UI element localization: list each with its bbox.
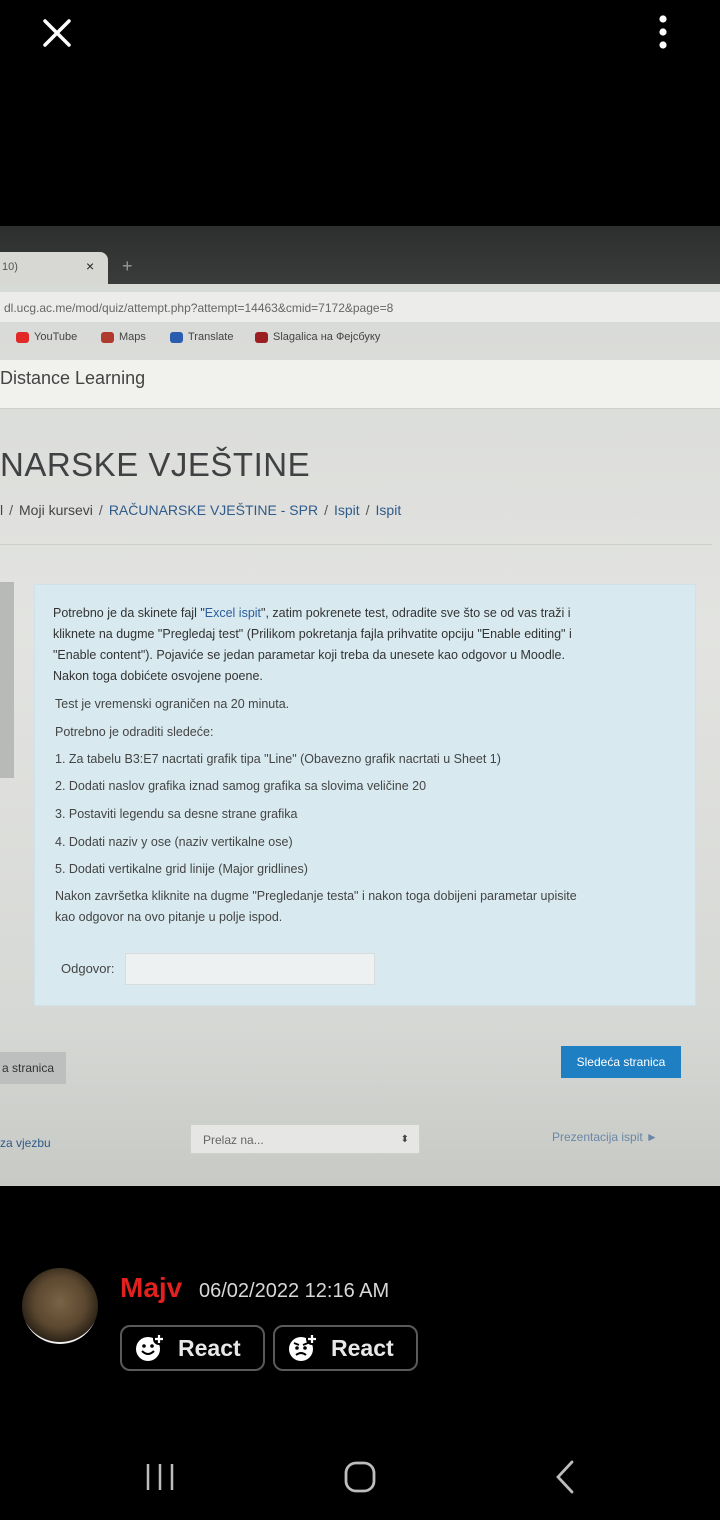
breadcrumb-item[interactable]: Ispit (334, 502, 360, 518)
breadcrumb: l / Moji kursevi / RAČUNARSKE VJEŠTINE - SPR… (0, 502, 402, 518)
course-title: NARSKE VJEŠTINE (0, 446, 311, 483)
tab-title: 10) (2, 261, 18, 273)
bookmark-label: Maps (119, 331, 146, 343)
slagalica-icon (255, 331, 268, 343)
close-button[interactable] (38, 14, 76, 52)
jump-to-value: Prelaz na... (203, 1133, 264, 1147)
time-limit-text: Test je vremenski ograničen na 20 minuta… (55, 697, 290, 711)
more-vertical-icon (659, 15, 667, 49)
bookmark-label: Slagalica на Фејсбуку (273, 331, 381, 343)
select-arrows-icon: ⬍ (400, 1134, 409, 1145)
task-item: 2. Dodati naslov grafika iznad samog gra… (55, 779, 427, 793)
recent-apps-icon (146, 1464, 174, 1490)
breadcrumb-item[interactable]: Ispit (376, 502, 402, 518)
intro-text: ", zatim pokrenete test, odradite sve št… (261, 606, 571, 620)
home-icon (344, 1461, 376, 1493)
intro-text: Nakon toga dobićete osvojene poene. (53, 669, 263, 683)
url-text: dl.ucg.ac.me/mod/quiz/attempt.php?attemp… (4, 301, 394, 315)
jump-to-select[interactable]: Prelaz na... ⬍ (190, 1124, 420, 1154)
site-name: Distance Learning (0, 368, 146, 388)
react-label: React (178, 1334, 241, 1361)
intro-text: Potrebno je da skinete fajl " (53, 606, 205, 620)
address-bar: dl.ucg.ac.me/mod/quiz/attempt.php?attemp… (0, 292, 720, 322)
back-icon (556, 1460, 574, 1494)
browser-tabstrip: 10) × + (0, 226, 720, 284)
excel-file-link[interactable]: Excel ispit (205, 606, 261, 620)
system-navigation-bar (0, 1440, 720, 1520)
previous-page-button[interactable]: a stranica (0, 1052, 66, 1084)
recent-apps-button[interactable] (140, 1462, 180, 1497)
browser-tab: 10) × (0, 252, 108, 284)
outro-text: Nakon završetka kliknite na dugme "Pregl… (55, 889, 577, 903)
youtube-icon (16, 331, 29, 343)
home-button[interactable] (340, 1460, 380, 1499)
bookmark-label: Translate (188, 331, 234, 343)
answer-input[interactable] (125, 953, 375, 985)
timestamp: 06/02/2022 12:16 AM (199, 1280, 390, 1302)
task-item: 5. Dodati vertikalne grid linije (Major … (55, 862, 308, 876)
bookmark-maps: Maps (101, 331, 146, 343)
question-info-panel (0, 582, 14, 778)
bookmark-label: YouTube (34, 331, 78, 343)
photo-image: 10) × + dl.ucg.ac.me/mod/quiz/attempt.ph… (0, 226, 720, 1186)
outro-text: kao odgovor na ovo pitanje u polje ispod… (55, 910, 283, 924)
react-button[interactable]: React (273, 1325, 418, 1371)
bookmark-slagalica: Slagalica на Фејсбуку (255, 331, 380, 343)
next-page-button[interactable]: Sledeća stranica (561, 1046, 681, 1078)
site-header: Distance Learning (0, 360, 720, 409)
new-tab-icon: + (122, 256, 133, 276)
task-item: 4. Dodati naziv y ose (naziv vertikalne … (55, 835, 293, 849)
breadcrumb-item[interactable]: Moji kursevi (19, 502, 93, 518)
react-label: React (331, 1334, 394, 1361)
add-angry-reaction-icon (289, 1333, 318, 1361)
username[interactable]: Majv (120, 1272, 182, 1304)
divider (0, 544, 712, 545)
question-intro: Potrebno je da skinete fajl "Excel ispit… (53, 603, 673, 687)
answer-label: Odgovor: (61, 961, 115, 976)
intro-text: kliknete na dugme "Pregledaj test" (Pril… (53, 627, 572, 641)
tasks-heading: Potrebno je odraditi sledeće: (55, 725, 214, 739)
breadcrumb-item[interactable]: l (0, 502, 3, 518)
tab-close-icon: × (86, 258, 95, 274)
previous-activity-link[interactable]: za vjezbu (0, 1136, 51, 1150)
question-box: Potrebno je da skinete fajl "Excel ispit… (34, 584, 696, 1006)
intro-text: "Enable content"). Pojaviće se jedan par… (53, 648, 565, 662)
bookmark-youtube: YouTube (16, 331, 77, 343)
bookmarks-bar: YouTube Maps Translate Slagalica на Фејс… (0, 326, 720, 352)
close-icon (43, 19, 71, 47)
breadcrumb-item[interactable]: RAČUNARSKE VJEŠTINE - SPR (109, 502, 318, 518)
add-reaction-icon (136, 1333, 165, 1361)
maps-icon (101, 331, 114, 343)
react-button[interactable]: React (120, 1325, 265, 1371)
more-options-button[interactable] (648, 12, 678, 54)
next-activity-link[interactable]: Prezentacija ispit ► (552, 1130, 658, 1144)
back-button[interactable] (548, 1458, 582, 1501)
task-item: 3. Postaviti legendu sa desne strane gra… (55, 807, 298, 821)
task-item: 1. Za tabelu B3:E7 nacrtati grafik tipa … (55, 752, 501, 766)
translate-icon (170, 331, 183, 343)
bookmark-translate: Translate (170, 331, 233, 343)
avatar[interactable] (22, 1268, 98, 1344)
